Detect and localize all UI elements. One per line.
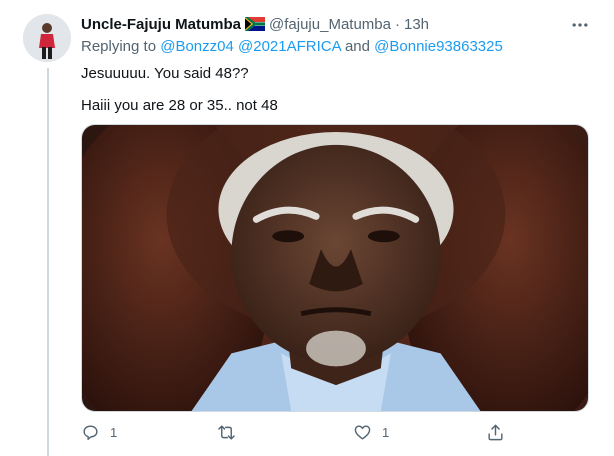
author-handle[interactable]: @fajuju_Matumba xyxy=(269,16,391,33)
mention-link-bonnie93863325[interactable]: @Bonnie93863325 xyxy=(374,38,503,55)
replying-prefix: Replying to xyxy=(81,38,157,55)
reply-count: 1 xyxy=(110,424,118,440)
reply-button[interactable]: 1 xyxy=(81,420,117,444)
tweet-text-line-1: Jesuuuuu. You said 48?? xyxy=(81,65,249,82)
separator-dot: · xyxy=(394,15,400,33)
like-button[interactable]: 1 xyxy=(353,420,389,444)
retweet-icon xyxy=(218,424,235,440)
thread-line xyxy=(47,68,49,456)
author-name[interactable]: Uncle-Fajuju Matumba xyxy=(81,16,241,33)
mention-link-2021africa[interactable]: @2021AFRICA xyxy=(238,38,341,55)
tweet-text-line-2: Haiii you are 28 or 35.. not 48 xyxy=(81,97,278,114)
mention-link-bonzz04[interactable]: @Bonzz04 xyxy=(160,38,234,55)
like-count: 1 xyxy=(382,424,390,440)
tweet-header: Uncle-Fajuju Matumba @fajuju_Matumba · 1… xyxy=(81,14,429,34)
retweet-button[interactable] xyxy=(217,420,246,444)
like-icon xyxy=(354,424,371,440)
replying-connector: and xyxy=(344,38,370,55)
more-icon[interactable] xyxy=(568,15,592,35)
south-africa-flag-icon xyxy=(245,17,266,31)
timestamp[interactable]: 13h xyxy=(404,16,429,33)
tweet-image[interactable] xyxy=(81,124,589,412)
avatar[interactable] xyxy=(23,14,71,62)
tweet-actions: 1 1 xyxy=(81,420,511,444)
replying-to: Replying to @Bonzz04 @2021AFRICA and @Bo… xyxy=(81,38,503,55)
share-button[interactable] xyxy=(486,420,505,444)
share-icon xyxy=(488,424,503,440)
reply-icon xyxy=(83,424,98,440)
